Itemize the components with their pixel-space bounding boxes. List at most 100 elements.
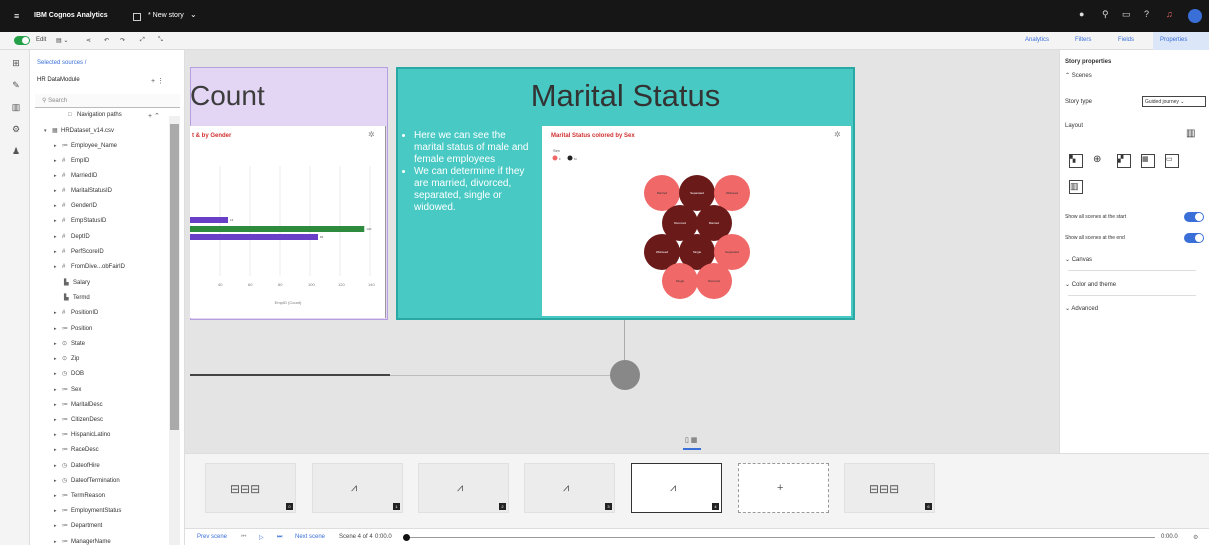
chat-icon[interactable]: ▭ [1122, 9, 1131, 23]
scene-thumbnail[interactable]: ⩘ 1 [312, 463, 403, 513]
expand-arrow-icon[interactable]: ▸ [54, 463, 62, 469]
expand-arrow-icon[interactable]: ▸ [54, 523, 62, 529]
tree-item[interactable]: ▸ # MarriedID [54, 173, 97, 187]
tree-item[interactable]: □ Navigation paths [60, 112, 122, 126]
expand-arrow-icon[interactable]: ▸ [54, 264, 62, 270]
layout-option-icon[interactable]: ⊕ [1093, 154, 1107, 168]
settings-icon[interactable]: ✲ [368, 130, 375, 139]
layout-option-icon[interactable]: ▭ [1165, 154, 1179, 168]
tree-item[interactable]: ▸ ≔ HispanicLatino [54, 431, 110, 445]
expand-arrow-icon[interactable]: ▸ [54, 326, 62, 332]
prev-scene-button[interactable]: Prev scene [197, 534, 227, 540]
notification-icon[interactable]: ♫ [1166, 9, 1173, 23]
tree-item[interactable]: ▸ ⊙ Zip [54, 355, 79, 369]
expand-arrow-icon[interactable]: ▾ [44, 128, 52, 134]
tree-item[interactable]: ▸ ≔ Employee_Name [54, 142, 117, 156]
search-input[interactable]: ⚲ Search [35, 94, 180, 108]
expand-arrow-icon[interactable]: ▸ [54, 249, 62, 255]
advanced-section[interactable]: ⌄ Advanced [1065, 305, 1098, 312]
layout-option-icon[interactable]: ▦ [1141, 154, 1155, 168]
expand-arrow-icon[interactable]: ▸ [54, 432, 62, 438]
expand-arrow-icon[interactable]: ▸ [54, 478, 62, 484]
redo-icon[interactable]: ↷ [120, 37, 125, 44]
tree-item[interactable]: ▸ # EmpID [54, 158, 89, 172]
view-toggle-icon[interactable]: ▯ ▦ [685, 436, 697, 444]
show-end-toggle[interactable] [1184, 233, 1204, 243]
filters-button[interactable]: Filters [1075, 37, 1091, 43]
expand-arrow-icon[interactable]: ▸ [54, 417, 62, 423]
layout-option-icon[interactable]: ▚ [1069, 154, 1083, 168]
expand-arrow-icon[interactable]: ▸ [54, 371, 62, 377]
tree-scrollbar[interactable] [169, 116, 180, 545]
scene-thumbnail[interactable]: + [738, 463, 829, 513]
tree-item[interactable]: ▸ # PositionID [54, 310, 98, 324]
add-icon[interactable]: + ⋮ [151, 77, 164, 85]
properties-button[interactable]: Properties [1153, 32, 1209, 50]
undo-icon[interactable]: ↶ [104, 37, 109, 44]
visualizations-icon[interactable]: ▥ [10, 102, 22, 114]
expand-arrow-icon[interactable]: ▸ [54, 508, 62, 514]
user-avatar[interactable] [1188, 9, 1202, 23]
expand-arrow-icon[interactable]: ▸ [54, 218, 62, 224]
expand-arrow-icon[interactable]: ▸ [54, 143, 62, 149]
fields-button[interactable]: Fields [1118, 37, 1134, 43]
story-node[interactable] [610, 360, 640, 390]
last-scene-icon[interactable]: ⏭ [277, 534, 282, 541]
tree-item[interactable]: ▾ ▦ HRDataset_v14.csv [44, 127, 114, 141]
expand-icon[interactable]: ⤢ [140, 37, 145, 44]
bubble-chart-card[interactable]: Marital Status colored by Sex ✲ Sex F M … [542, 126, 851, 316]
scene-thumbnail[interactable]: ⩘ 4 [631, 463, 722, 513]
first-scene-icon[interactable]: ⏮ [241, 534, 246, 541]
tree-item[interactable]: ▸ ≔ Department [54, 522, 102, 536]
share-icon[interactable]: ⋖ [86, 37, 91, 44]
settings-icon[interactable]: ✲ [834, 130, 841, 139]
tree-item[interactable]: ▸ ≔ Sex [54, 386, 81, 400]
scene-thumbnail[interactable]: ⊟⊟⊟ 6 [844, 463, 935, 513]
expand-arrow-icon[interactable]: ▸ [54, 310, 62, 316]
tree-item[interactable]: ▸ ≔ RaceDesc [54, 446, 99, 460]
tree-item[interactable]: ▸ ≔ CitizenDesc [54, 416, 103, 430]
relationships-icon[interactable]: ⚙ [10, 124, 22, 136]
scene-thumbnail[interactable]: ⊟⊟⊟ 0 [205, 463, 296, 513]
expand-arrow-icon[interactable]: ▸ [54, 387, 62, 393]
color-theme-section[interactable]: ⌄ Color and theme [1065, 281, 1116, 288]
tree-item[interactable]: ▸ # FromDive...obFairID [54, 264, 125, 278]
expand-arrow-icon[interactable]: ▸ [54, 203, 62, 209]
tree-item[interactable]: ▸ ≔ EmploymentStatus [54, 507, 121, 521]
tree-item[interactable]: ▸ # GenderID [54, 203, 97, 217]
data-sources-icon[interactable]: ⊞ [10, 58, 22, 70]
count-chart-card[interactable]: t & by Gender ✲ 14 120 84 40 60 80 100 120 140 E… [190, 126, 386, 318]
layout-option-icon[interactable]: ▥ [1069, 180, 1083, 194]
tree-item[interactable]: ▸ # DeptID [54, 234, 90, 248]
tree-item[interactable]: ▸ ≔ Position [54, 325, 92, 339]
scenes-section[interactable]: ⌃ Scenes [1065, 72, 1092, 79]
view-mode-icon[interactable]: ▤ ⌄ [56, 37, 68, 44]
people-icon[interactable]: ♟ [10, 146, 22, 158]
add-icon[interactable]: + ⌃ [148, 112, 160, 120]
tree-item[interactable]: ▸ ◷ DateofTermination [54, 477, 120, 491]
expand-arrow-icon[interactable]: ▸ [54, 402, 62, 408]
expand-arrow-icon[interactable]: ▸ [54, 173, 62, 179]
story-title[interactable]: * New story [148, 12, 184, 19]
expand-arrow-icon[interactable]: ▸ [54, 188, 62, 194]
next-scene-button[interactable]: Next scene [295, 534, 325, 540]
tree-item[interactable]: ▸ ◷ DateofHire [54, 462, 100, 476]
pin-icon[interactable]: ⤡ [158, 37, 163, 44]
hamburger-menu-icon[interactable]: ≡ [14, 11, 19, 21]
canvas-section[interactable]: ⌄ Canvas [1065, 256, 1092, 263]
tree-item[interactable]: ▙ Termd [56, 294, 90, 308]
edit-toggle[interactable] [14, 36, 30, 45]
tree-item[interactable]: ▸ ⊙ State [54, 340, 85, 354]
scene-thumbnail[interactable]: ⩘ 2 [418, 463, 509, 513]
expand-arrow-icon[interactable]: ▸ [54, 447, 62, 453]
tree-item[interactable]: ▸ # PerfScoreID [54, 249, 104, 263]
tree-item[interactable]: ▸ # EmpStatusID [54, 218, 106, 232]
pin-icon[interactable]: ✎ [10, 80, 22, 92]
layout-option-icon[interactable]: ▞ [1117, 154, 1131, 168]
expand-arrow-icon[interactable]: ▸ [54, 493, 62, 499]
tree-item[interactable]: ▸ ◷ DOB [54, 370, 84, 384]
help-icon[interactable]: ? [1144, 9, 1149, 23]
play-icon[interactable]: ▷ [259, 534, 264, 541]
expand-arrow-icon[interactable]: ▸ [54, 158, 62, 164]
timeline-track[interactable] [410, 537, 1155, 538]
